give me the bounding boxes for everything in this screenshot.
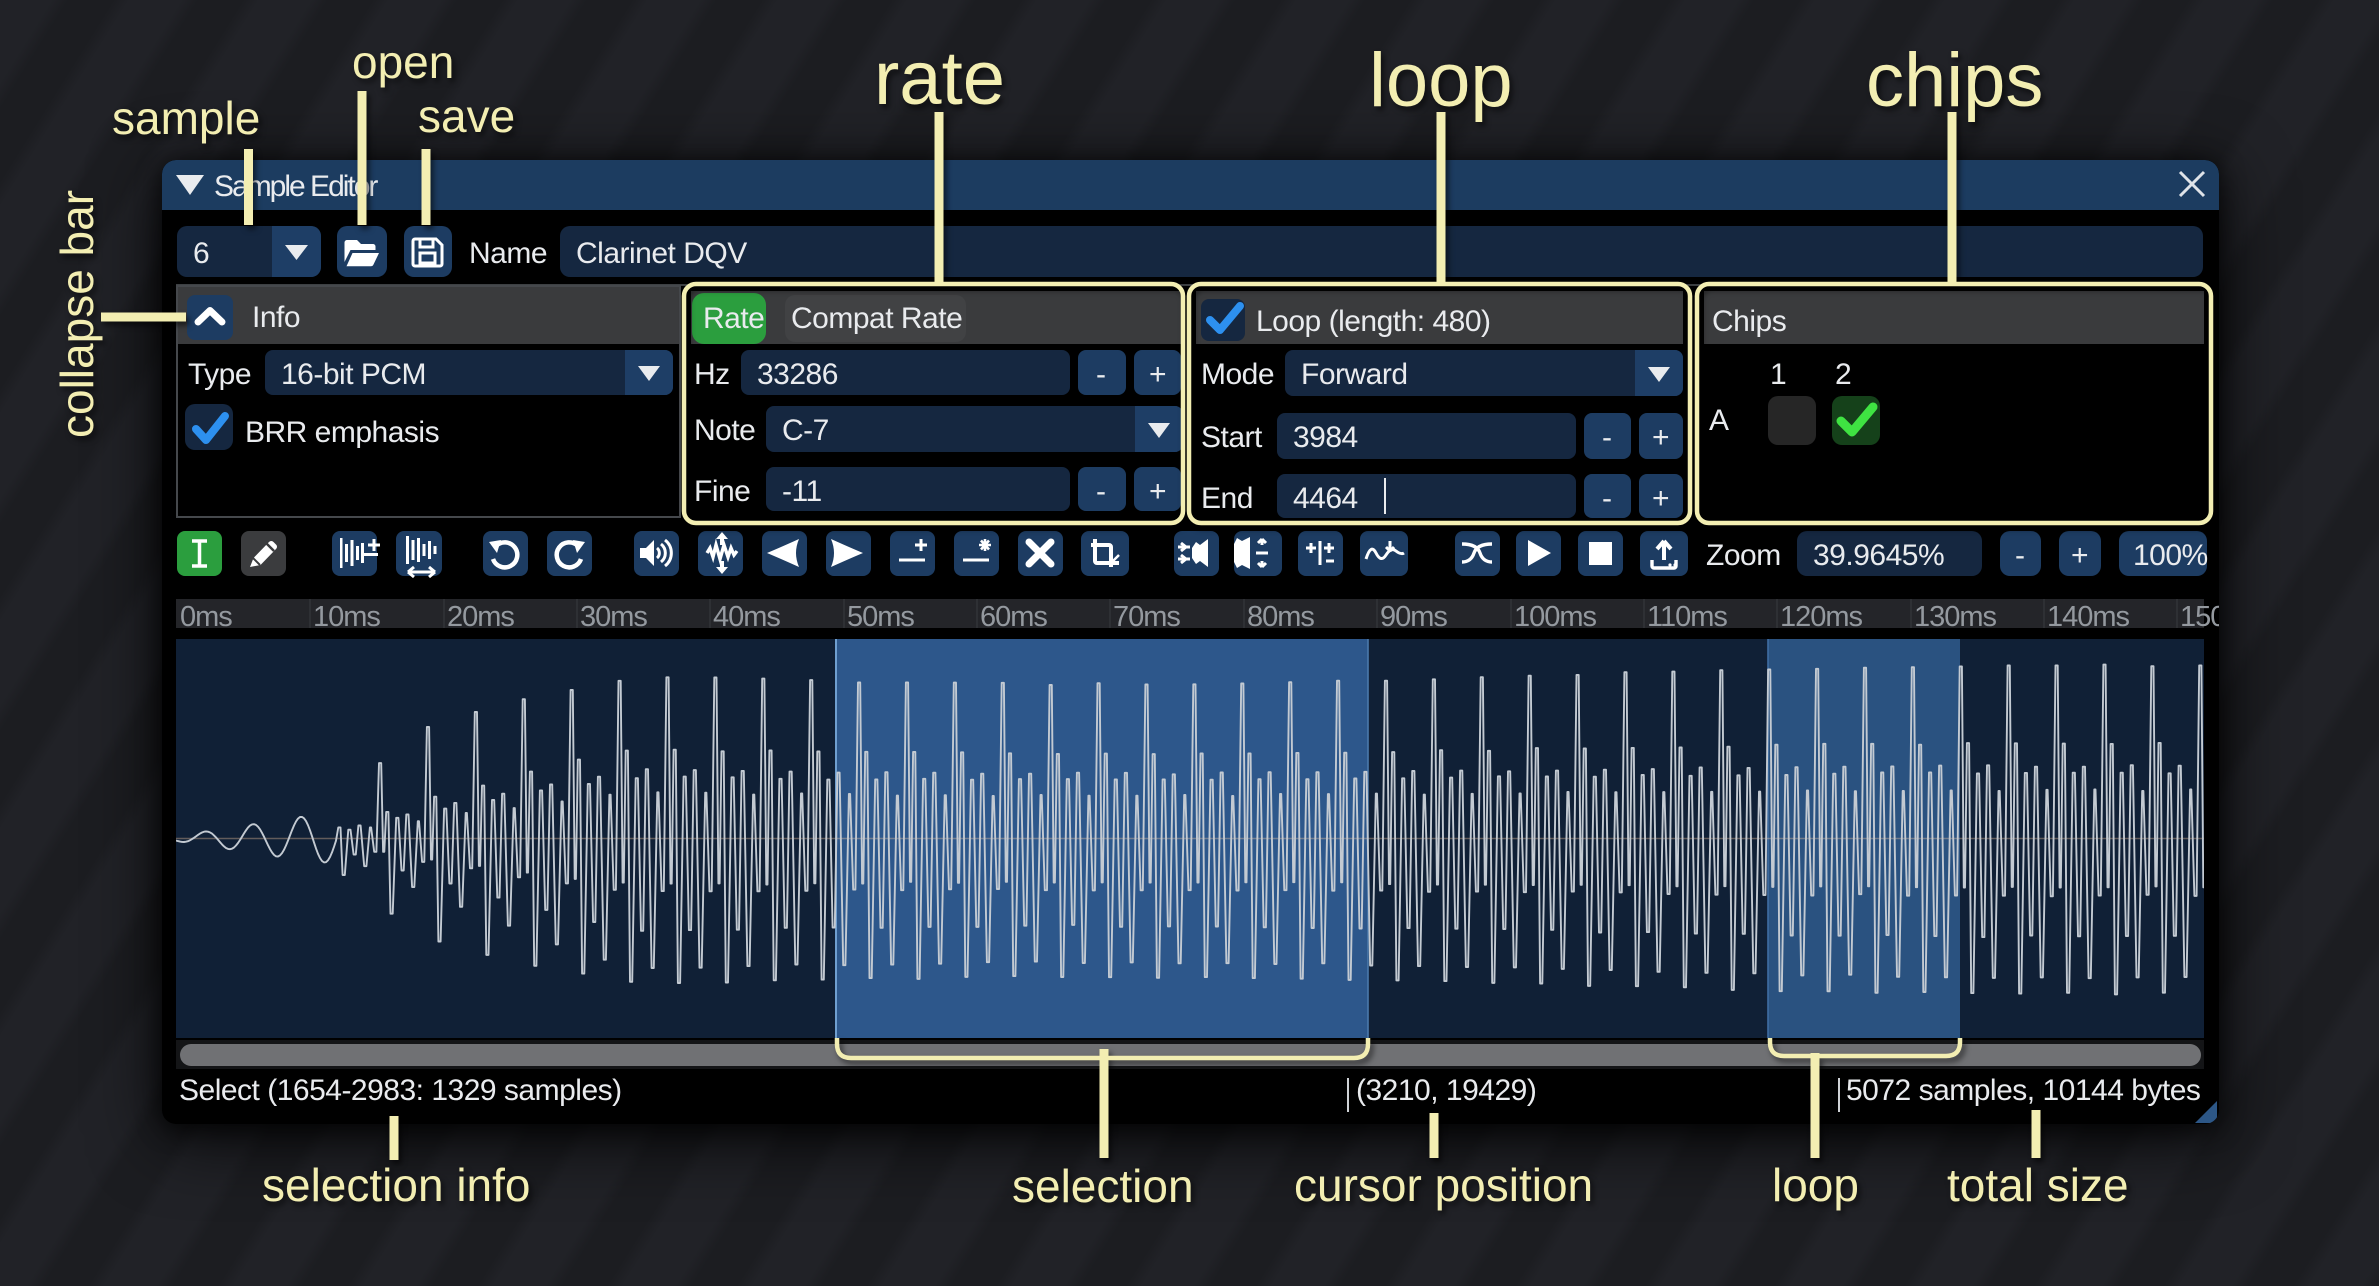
svg-text:rate: rate bbox=[874, 36, 1005, 121]
svg-text:open: open bbox=[352, 36, 454, 88]
svg-text:cursor position: cursor position bbox=[1294, 1159, 1593, 1211]
svg-text:selection: selection bbox=[1012, 1160, 1194, 1212]
svg-text:loop: loop bbox=[1772, 1159, 1859, 1211]
svg-text:loop: loop bbox=[1369, 38, 1513, 123]
svg-text:sample: sample bbox=[112, 92, 260, 144]
svg-text:selection info: selection info bbox=[262, 1159, 531, 1211]
svg-text:total size: total size bbox=[1947, 1159, 2129, 1211]
svg-text:collapse bar: collapse bar bbox=[51, 190, 103, 438]
svg-text:chips: chips bbox=[1866, 38, 2043, 123]
svg-text:save: save bbox=[418, 90, 515, 142]
